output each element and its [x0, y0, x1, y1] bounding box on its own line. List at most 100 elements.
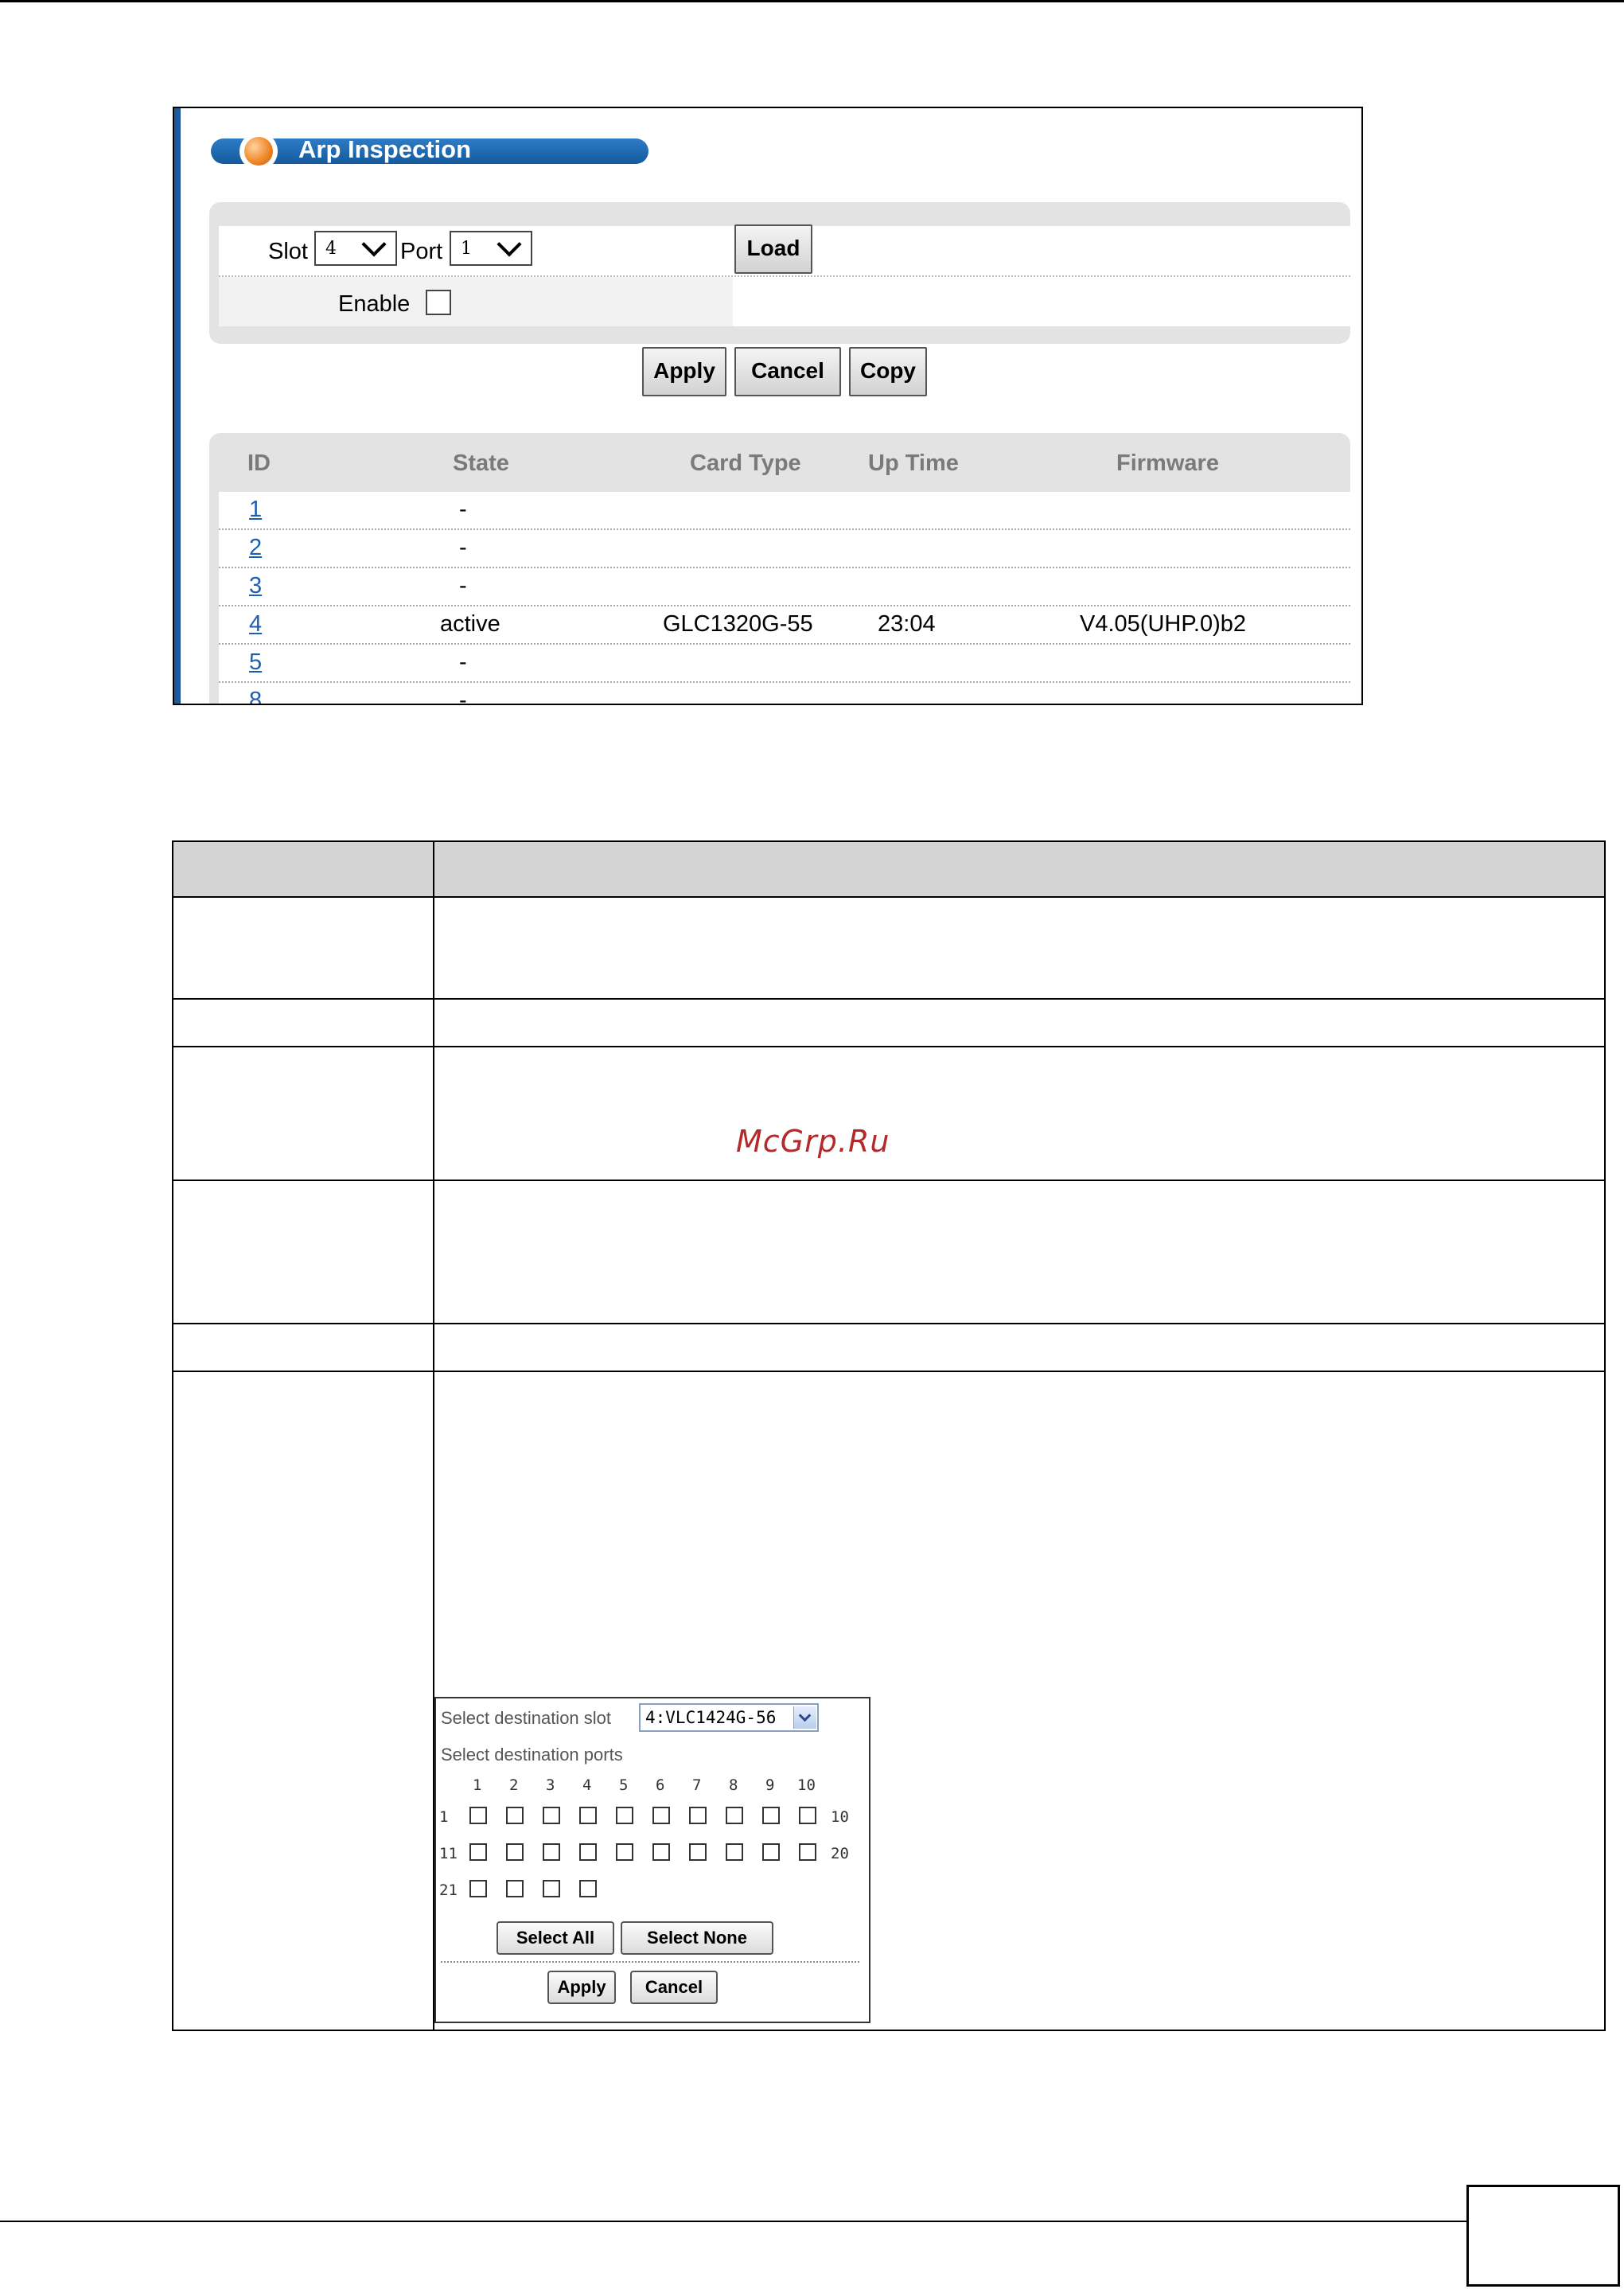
port-row-end-number: 10: [831, 1808, 849, 1826]
port-checkbox[interactable]: [652, 1807, 670, 1824]
port-checkbox[interactable]: [469, 1807, 487, 1824]
top-rule: [0, 0, 1624, 2]
title-orb-icon: [240, 132, 278, 170]
col-header-up-time: Up Time: [868, 450, 959, 476]
table-rule: [173, 896, 1604, 898]
row-id-link[interactable]: 1: [249, 497, 262, 523]
row-state: -: [459, 649, 467, 675]
port-checkbox[interactable]: [506, 1807, 524, 1824]
slot-value: 4: [325, 239, 337, 259]
row-state: -: [459, 535, 467, 560]
slot-select[interactable]: 4: [314, 231, 397, 266]
port-checkbox[interactable]: [579, 1843, 597, 1861]
port-checkbox[interactable]: [689, 1843, 707, 1861]
port-checkbox[interactable]: [689, 1807, 707, 1824]
table-row: 4 active GLC1320G-55 23:04 V4.05(UHP.0)b…: [219, 606, 1350, 645]
table-row: 1 -: [219, 492, 1350, 530]
port-checkbox[interactable]: [506, 1843, 524, 1861]
table-rule: [173, 1323, 1604, 1324]
destination-slot-label: Select destination slot: [441, 1708, 612, 1728]
load-button[interactable]: Load: [734, 224, 812, 274]
cancel-button[interactable]: Cancel: [734, 347, 841, 396]
port-checkbox[interactable]: [579, 1880, 597, 1897]
row-id-link[interactable]: 4: [249, 611, 262, 638]
watermark: McGrp.Ru: [736, 1124, 890, 1159]
port-select[interactable]: 1: [450, 231, 532, 266]
port-checkbox[interactable]: [543, 1880, 560, 1897]
port-checkbox[interactable]: [652, 1843, 670, 1861]
row-id-link[interactable]: 2: [249, 535, 262, 561]
port-column-number: 8: [729, 1776, 738, 1794]
select-all-button[interactable]: Select All: [497, 1921, 614, 1955]
port-checkbox[interactable]: [762, 1843, 780, 1861]
port-row-start-number: 11: [439, 1845, 458, 1862]
table-row: 3 -: [219, 568, 1350, 606]
port-checkbox[interactable]: [799, 1843, 816, 1861]
enable-row-left: [219, 277, 733, 326]
table-row: 2 -: [219, 530, 1350, 568]
port-column-number: 9: [765, 1776, 775, 1794]
row-id-link[interactable]: 8: [249, 688, 262, 704]
port-checkbox[interactable]: [762, 1807, 780, 1824]
port-checkbox[interactable]: [799, 1807, 816, 1824]
apply-button[interactable]: Apply: [642, 347, 726, 396]
row-state: -: [459, 573, 467, 599]
row-state: active: [440, 611, 500, 637]
chevron-down-icon: [361, 232, 387, 257]
port-checkbox[interactable]: [726, 1807, 743, 1824]
page-title: Arp Inspection: [298, 135, 472, 163]
col-header-firmware: Firmware: [1116, 450, 1219, 476]
port-checkbox[interactable]: [726, 1843, 743, 1861]
port-column-number: 2: [509, 1776, 519, 1794]
table-rule: [173, 1046, 1604, 1047]
port-value: 1: [461, 239, 472, 259]
reference-table: [172, 840, 1606, 2031]
port-column-number: 10: [797, 1776, 816, 1794]
port-label: Port: [400, 239, 443, 264]
col-header-id: ID: [247, 450, 271, 476]
destination-ports-label: Select destination ports: [441, 1745, 623, 1765]
port-checkbox[interactable]: [469, 1843, 487, 1861]
dialog-divider: [441, 1961, 859, 1963]
port-checkbox[interactable]: [506, 1880, 524, 1897]
port-checkbox[interactable]: [469, 1880, 487, 1897]
port-checkbox[interactable]: [543, 1843, 560, 1861]
port-row-start-number: 1: [439, 1808, 449, 1826]
port-checkbox[interactable]: [579, 1807, 597, 1824]
copy-dialog: Select destination slot 4:VLC1424G-56 Se…: [434, 1697, 870, 2023]
port-row-start-number: 21: [439, 1882, 458, 1899]
row-card-type: GLC1320G-55: [663, 611, 813, 637]
col-header-card-type: Card Type: [690, 450, 801, 476]
table-row: 5 -: [219, 645, 1350, 683]
port-checkbox[interactable]: [616, 1843, 633, 1861]
bottom-rule: [0, 2221, 1466, 2222]
port-column-number: 4: [582, 1776, 592, 1794]
select-none-button[interactable]: Select None: [621, 1921, 773, 1955]
dialog-cancel-button[interactable]: Cancel: [630, 1971, 718, 2004]
row-up-time: 23:04: [878, 611, 936, 637]
copy-button[interactable]: Copy: [849, 347, 927, 396]
port-checkbox[interactable]: [616, 1807, 633, 1824]
row-id-link[interactable]: 5: [249, 649, 262, 676]
port-column-number: 3: [546, 1776, 555, 1794]
frame-edge: [174, 108, 181, 704]
port-checkbox[interactable]: [543, 1807, 560, 1824]
port-row-end-number: 20: [831, 1845, 849, 1862]
table-rule: [173, 998, 1604, 1000]
arp-inspection-screenshot: Arp Inspection Slot 4 Port 1 Load Enable…: [173, 107, 1363, 705]
dialog-apply-button[interactable]: Apply: [547, 1971, 616, 2004]
table-row: 8 -: [219, 683, 1350, 704]
row-firmware: V4.05(UHP.0)b2: [1080, 611, 1247, 637]
chevron-down-icon: [793, 1706, 816, 1729]
enable-checkbox[interactable]: [426, 290, 451, 315]
port-column-number: 7: [692, 1776, 702, 1794]
port-column-number: 6: [656, 1776, 665, 1794]
row-state: -: [459, 497, 467, 522]
port-column-number: 1: [473, 1776, 482, 1794]
table-rule: [173, 1180, 1604, 1181]
row-id-link[interactable]: 3: [249, 573, 262, 599]
destination-slot-select[interactable]: 4:VLC1424G-56: [639, 1703, 819, 1732]
page-number-box: [1466, 2185, 1620, 2287]
slot-label: Slot: [268, 239, 308, 264]
chevron-down-icon: [497, 232, 522, 257]
